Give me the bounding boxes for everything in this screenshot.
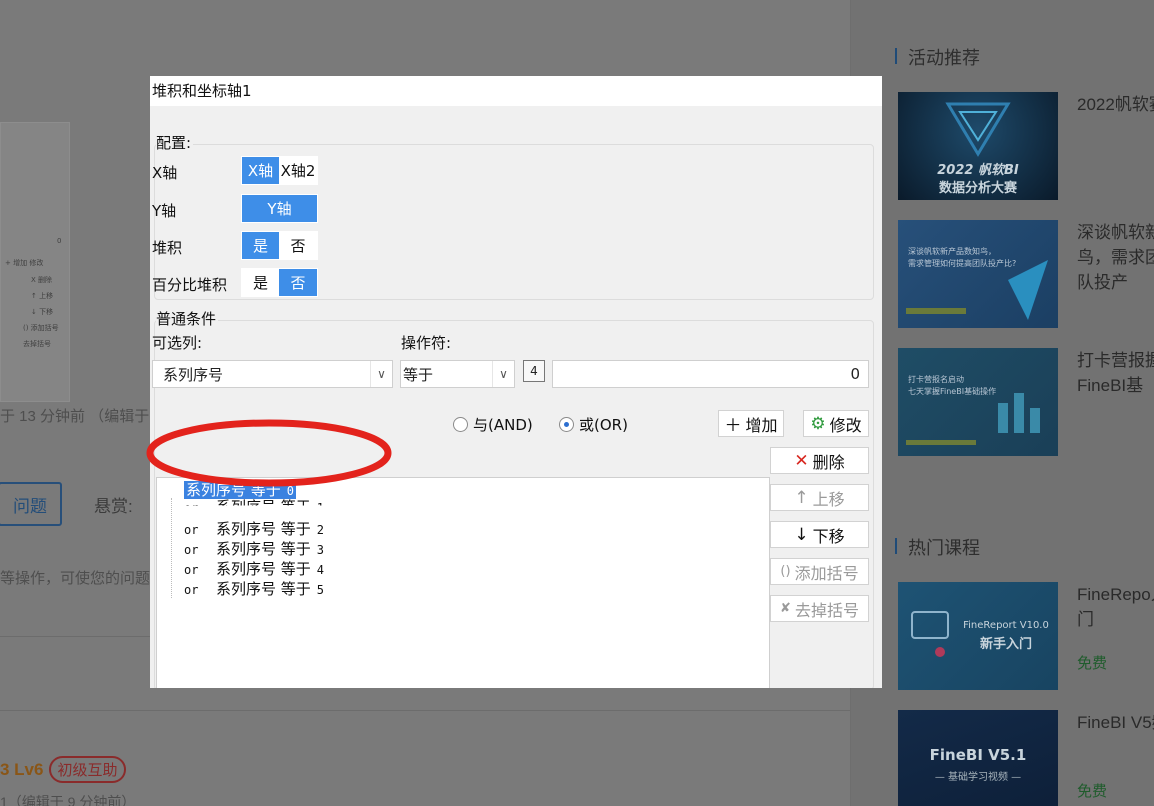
red-highlight-ellipse — [146, 419, 392, 487]
annotation-overlay — [146, 419, 392, 487]
